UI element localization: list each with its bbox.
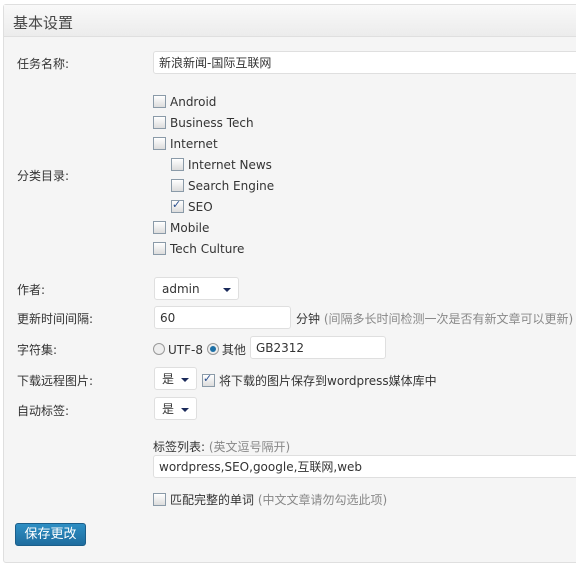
category-checkbox[interactable] — [171, 179, 184, 192]
chevron-down-icon — [181, 408, 189, 412]
category-item[interactable]: Internet — [153, 137, 218, 151]
category-item-label: Android — [170, 95, 217, 109]
category-item[interactable]: Android — [153, 95, 216, 109]
category-checkbox[interactable] — [153, 137, 166, 150]
category-item-label: Mobile — [170, 221, 210, 235]
category-item[interactable]: SEO — [171, 198, 213, 214]
category-item[interactable]: Tech Culture — [153, 242, 244, 256]
category-label: 分类目录: — [17, 169, 70, 183]
panel-title: 基本设置 — [13, 14, 74, 32]
interval-unit: 分钟 — [296, 312, 321, 326]
autotag-select[interactable]: 是 — [154, 397, 197, 420]
match-word-hint: (中文文章请勿勾选此项) — [257, 493, 388, 507]
save-button[interactable]: 保存更改 — [15, 523, 86, 546]
utf8-radio[interactable] — [153, 343, 165, 355]
download-select[interactable]: 是 — [154, 367, 197, 390]
category-item[interactable]: Business Tech — [153, 116, 254, 130]
download-value: 是 — [162, 372, 175, 386]
chevron-down-icon — [181, 378, 189, 382]
category-checkbox[interactable] — [171, 198, 184, 213]
author-value: admin — [162, 282, 200, 296]
task-name-label: 任务名称: — [17, 57, 70, 71]
settings-panel: 基本设置 — [3, 4, 576, 563]
interval-input[interactable]: 60 — [154, 306, 291, 329]
category-checkbox[interactable] — [153, 116, 166, 129]
tag-list-hint: (英文逗号隔开) — [208, 440, 291, 454]
interval-hint: (间隔多长时间检测一次是否有新文章可以更新) — [323, 312, 574, 326]
chevron-down-icon — [223, 288, 231, 292]
author-label: 作者: — [17, 283, 46, 297]
category-item-label: Tech Culture — [170, 242, 245, 256]
category-item-label: Search Engine — [188, 179, 275, 193]
download-label: 下载远程图片: — [17, 374, 94, 388]
panel-header: 基本设置 — [4, 5, 576, 37]
author-select[interactable]: admin — [154, 277, 239, 300]
category-item-label: Internet News — [188, 158, 272, 172]
match-word-label: 匹配完整的单词 — [170, 493, 255, 507]
category-checkbox[interactable] — [153, 221, 166, 234]
charset-input[interactable]: GB2312 — [250, 336, 386, 359]
category-item[interactable]: Mobile — [153, 221, 209, 235]
category-item-label: SEO — [188, 200, 213, 214]
category-checkbox[interactable] — [171, 158, 184, 171]
category-checkbox[interactable] — [153, 95, 166, 108]
category-checkbox[interactable] — [153, 242, 166, 255]
category-item[interactable]: Internet News — [171, 158, 272, 172]
other-label: 其他 — [221, 343, 246, 357]
save-media-label: 将下载的图片保存到wordpress媒体库中 — [219, 374, 437, 388]
task-name-input[interactable]: 新浪新闻-国际互联网 — [153, 51, 576, 74]
tag-list-input[interactable]: wordpress,SEO,google,互联网,web — [153, 455, 576, 478]
utf8-label: UTF-8 — [168, 343, 203, 357]
charset-label: 字符集: — [17, 343, 58, 357]
match-word-checkbox[interactable] — [153, 493, 166, 506]
category-item[interactable]: Search Engine — [171, 179, 274, 193]
category-item-label: Internet — [170, 137, 218, 151]
autotag-label: 自动标签: — [17, 404, 70, 418]
other-radio[interactable] — [206, 343, 219, 355]
category-item-label: Business Tech — [170, 116, 254, 130]
autotag-value: 是 — [162, 402, 175, 416]
tag-list-label: 标签列表: — [153, 440, 206, 454]
save-media-checkbox[interactable] — [202, 372, 215, 387]
interval-label: 更新时间间隔: — [17, 312, 94, 326]
